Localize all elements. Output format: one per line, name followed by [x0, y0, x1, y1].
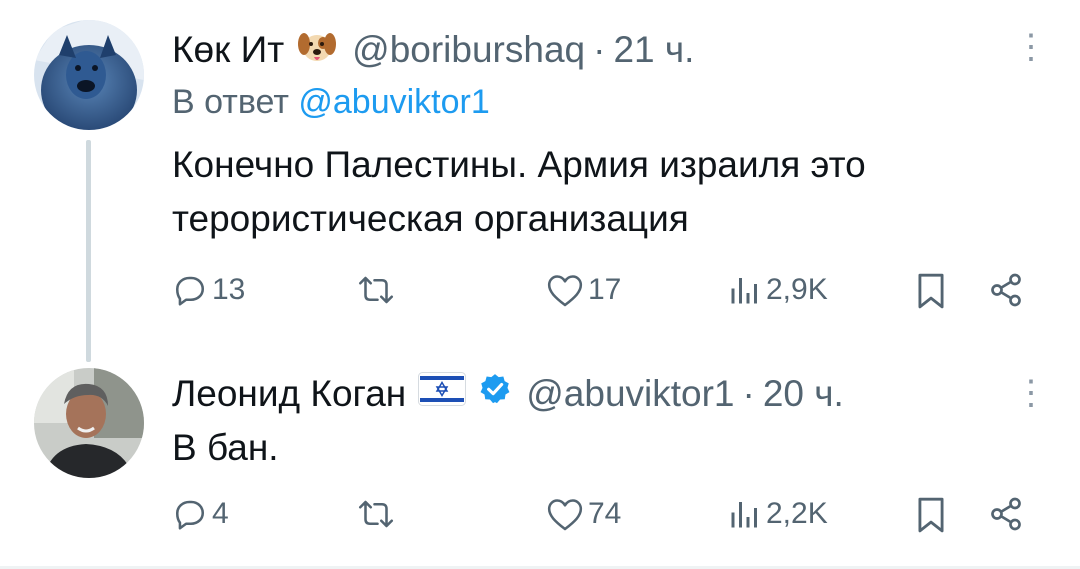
heart-icon	[546, 272, 584, 308]
reply-count: 4	[212, 497, 229, 530]
retweet-button[interactable]	[356, 496, 396, 532]
tweet-text-line: терористическая организация	[172, 198, 689, 239]
dog-face-icon	[296, 24, 338, 76]
avatar-kok-it[interactable]	[34, 20, 144, 130]
tweet-1-actions: 13 17 2,9K	[172, 272, 1032, 320]
bookmark-icon	[914, 496, 948, 534]
avatar-leonid-kogan[interactable]	[34, 368, 144, 478]
reply-icon	[172, 496, 208, 532]
bar-chart-icon	[728, 496, 762, 532]
views-count: 2,2K	[766, 497, 828, 530]
author-handle[interactable]: @abuviktor1	[526, 372, 734, 416]
author-name[interactable]: Көк Ит	[172, 28, 284, 72]
reply-icon	[172, 272, 208, 308]
like-count: 74	[588, 497, 622, 530]
tweet-time[interactable]: 20 ч.	[763, 372, 844, 416]
reply-mention-link[interactable]: @abuviktor1	[298, 83, 489, 121]
reply-prefix: В ответ	[172, 83, 289, 121]
bookmark-button[interactable]	[914, 272, 948, 310]
verified-badge-icon[interactable]	[478, 372, 512, 416]
israel-flag-icon	[418, 372, 467, 416]
share-icon	[988, 272, 1024, 308]
more-options-icon[interactable]: ⋮	[1014, 30, 1048, 64]
heart-icon	[546, 496, 584, 532]
like-button[interactable]: 74	[546, 496, 621, 532]
tweet-text: В бан.	[172, 427, 279, 468]
retweet-icon	[356, 496, 396, 532]
like-count: 17	[588, 273, 622, 306]
tweet-1-header: Көк Ит @boriburshaq · 21 ч.	[172, 24, 694, 76]
views-button[interactable]: 2,2K	[728, 496, 828, 532]
bookmark-button[interactable]	[914, 496, 948, 534]
reply-button[interactable]: 13	[172, 272, 245, 308]
tweet-text: Конечно Палестины. Армия израиля это тер…	[172, 138, 866, 246]
author-name[interactable]: Леонид Коган	[172, 372, 406, 416]
share-icon	[988, 496, 1024, 532]
reply-context: В ответ @abuviktor1	[172, 83, 490, 122]
tweet-2-actions: 4 74 2,2K	[172, 496, 1032, 544]
share-button[interactable]	[988, 496, 1024, 532]
like-button[interactable]: 17	[546, 272, 621, 308]
more-options-icon[interactable]: ⋮	[1014, 376, 1048, 410]
separator-dot: ·	[742, 373, 755, 414]
separator-dot: ·	[593, 29, 606, 70]
bookmark-icon	[914, 272, 948, 310]
retweet-icon	[356, 272, 396, 308]
bar-chart-icon	[728, 272, 762, 308]
views-count: 2,9K	[766, 273, 828, 306]
share-button[interactable]	[988, 272, 1024, 308]
views-button[interactable]: 2,9K	[728, 272, 828, 308]
tweet-2-header: Леонид Коган @abuviktor1 · 20 ч.	[172, 372, 844, 416]
reply-count: 13	[212, 273, 246, 306]
author-handle[interactable]: @boriburshaq	[352, 28, 585, 72]
thread-connector-line	[86, 140, 91, 362]
tweet-text-line: Конечно Палестины. Армия израиля это	[172, 144, 866, 185]
tweet-time[interactable]: 21 ч.	[613, 28, 694, 72]
reply-button[interactable]: 4	[172, 496, 229, 532]
retweet-button[interactable]	[356, 272, 396, 308]
